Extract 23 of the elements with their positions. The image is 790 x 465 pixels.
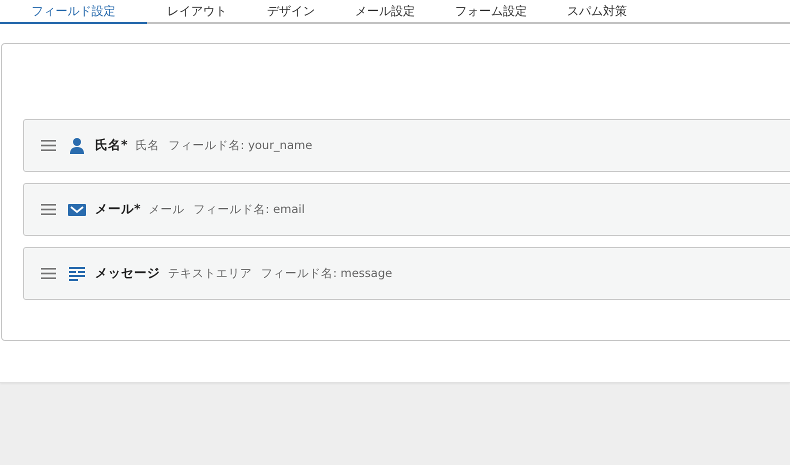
drag-handle-icon[interactable] [41, 268, 56, 279]
field-name: フィールド名: email [194, 202, 305, 217]
field-name: フィールド名: your_name [168, 138, 312, 153]
tab[interactable]: レイアウト [147, 0, 247, 24]
field-type: 氏名 [136, 138, 160, 153]
text-lines-icon [68, 264, 86, 282]
field-type: メール [148, 202, 185, 217]
field-name: フィールド名: message [261, 266, 392, 281]
field-label: メール* [95, 201, 141, 218]
drag-handle-icon[interactable] [41, 204, 56, 215]
drag-handle-icon[interactable] [41, 140, 56, 151]
tab[interactable]: フィールド設定 [0, 0, 147, 24]
tab[interactable]: メール設定 [335, 0, 435, 24]
field-row[interactable]: メール* メール フィールド名: email [23, 183, 790, 236]
tab[interactable]: デザイン [247, 0, 335, 24]
field-row[interactable]: メッセージ テキストエリア フィールド名: message [23, 247, 790, 300]
field-label: メッセージ [95, 265, 160, 282]
user-icon [68, 136, 86, 154]
tab[interactable]: フォーム設定 [435, 0, 547, 24]
field-label: 氏名* [95, 137, 128, 154]
tab[interactable]: スパム対策 [547, 0, 647, 24]
field-row[interactable]: 氏名* 氏名 フィールド名: your_name [23, 119, 790, 172]
field-type: テキストエリア [168, 266, 252, 281]
